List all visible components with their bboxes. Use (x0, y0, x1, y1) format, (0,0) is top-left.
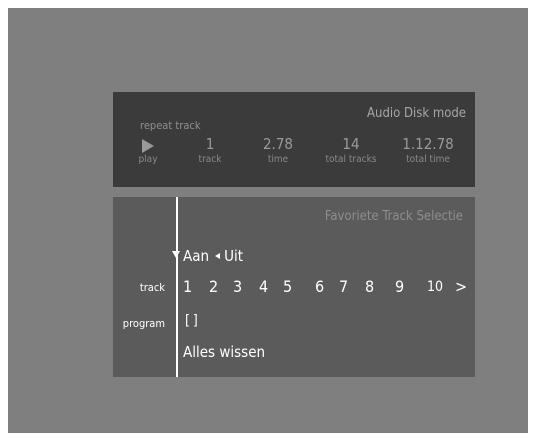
next-page-icon[interactable]: > (455, 277, 467, 296)
play-status[interactable]: play (133, 136, 163, 167)
stat-total-tracks: 14 total tracks (315, 136, 387, 167)
selection-cursor-line (176, 197, 178, 377)
favorite-track-panel: Favoriete Track Selectie Aan Uit track 1 … (113, 197, 475, 377)
track-number[interactable]: 6 (315, 277, 324, 296)
play-icon (142, 139, 154, 153)
track-number[interactable]: 7 (339, 277, 348, 296)
total-tracks-label: total tracks (325, 154, 377, 165)
track-number[interactable]: 5 (283, 277, 292, 296)
total-time-value: 1.12.78 (402, 135, 454, 153)
time-label: time (267, 154, 289, 165)
total-tracks-value: 14 (342, 135, 360, 153)
track-label: track (198, 154, 222, 165)
status-panel: Audio Disk mode repeat track play 1 trac… (113, 92, 475, 187)
track-number[interactable]: 10 (427, 279, 443, 295)
track-number[interactable]: 2 (209, 277, 218, 296)
track-number-row: 1 2 3 4 5 6 7 8 9 10 > (183, 277, 473, 299)
repeat-track-label: repeat track (140, 119, 201, 132)
on-off-toggle[interactable]: Aan Uit (183, 247, 243, 265)
time-value: 2.78 (262, 135, 294, 153)
total-time-label: total time (406, 154, 450, 165)
clear-all-button[interactable]: Alles wissen (183, 343, 265, 361)
toggle-on[interactable]: Aan (183, 247, 209, 265)
program-row-label: program (122, 317, 165, 330)
program-value: [] (185, 313, 201, 329)
favorites-title: Favoriete Track Selectie (324, 209, 463, 224)
track-number[interactable]: 4 (259, 277, 268, 296)
toggle-off[interactable]: Uit (224, 247, 243, 265)
left-arrow-icon (215, 253, 221, 259)
cursor-down-arrow-icon (172, 251, 180, 258)
track-row-label: track (139, 281, 165, 294)
track-number[interactable]: 9 (395, 277, 404, 296)
stat-total-time: 1.12.78 total time (395, 136, 461, 167)
stat-track: 1 track (183, 136, 237, 167)
play-label: play (138, 154, 158, 165)
mode-title: Audio Disk mode (367, 106, 466, 121)
stat-time: 2.78 time (253, 136, 303, 167)
track-number[interactable]: 8 (365, 277, 374, 296)
track-number[interactable]: 1 (183, 277, 192, 296)
track-value: 1 (205, 135, 215, 153)
track-number[interactable]: 3 (233, 277, 242, 296)
